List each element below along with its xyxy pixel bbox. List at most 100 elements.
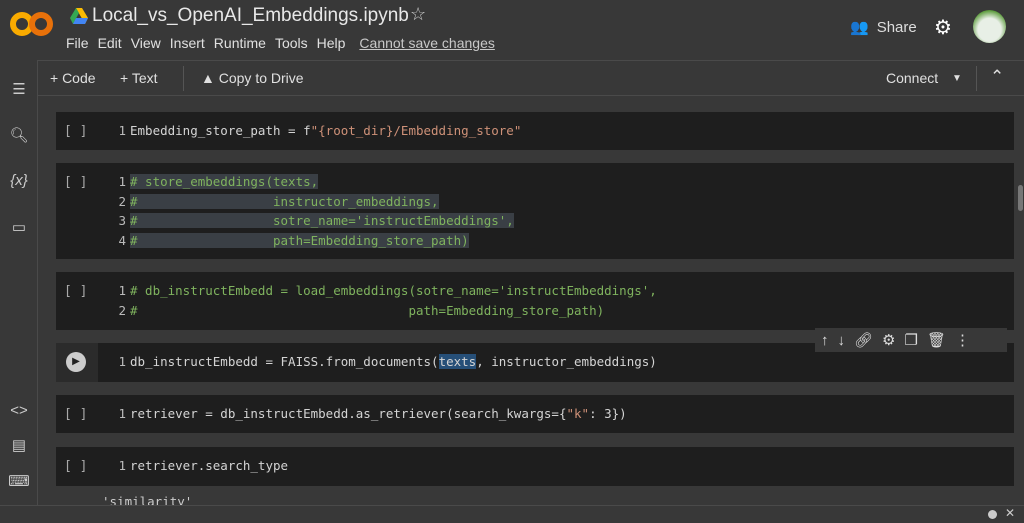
drive-icon: ▲ xyxy=(201,70,219,86)
code-token: # store_embeddings(texts, xyxy=(130,174,319,189)
code-line: 4 # path=Embedding_store_path) xyxy=(112,231,514,251)
code-token: Embedding_store_path = f xyxy=(130,123,311,138)
cannot-save-link[interactable]: Cannot save changes xyxy=(359,35,494,51)
code-token: # sotre_name='instructEmbeddings', xyxy=(130,213,514,228)
collapse-chevron-up-icon[interactable]: ⌃ xyxy=(990,67,1004,87)
line-number: 1 xyxy=(118,406,126,421)
move-down-arrow-icon[interactable]: ↓ xyxy=(838,332,846,349)
run-bracket[interactable]: [ ] xyxy=(64,124,87,139)
code-editor[interactable]: 1 # store_embeddings(texts, 2 # instructor_… xyxy=(112,172,514,250)
move-up-arrow-icon[interactable]: ↑ xyxy=(821,332,829,349)
code-token: "{root_dir}/Embedding_store" xyxy=(310,123,522,138)
terminal-icon[interactable]: ⌨ xyxy=(7,472,31,490)
command-palette-icon[interactable]: ▤ xyxy=(7,436,31,454)
line-number: 4 xyxy=(118,232,126,248)
cell-toolbar: ↑ ↓ 🔗︎ ⚙ ❐ 🗑︎ ⋮ xyxy=(815,328,1007,352)
link-icon[interactable]: 🔗︎ xyxy=(854,331,873,349)
menu-help[interactable]: Help xyxy=(317,35,346,51)
status-bar: ✕ xyxy=(0,505,1024,523)
run-cell-button[interactable]: ▶ xyxy=(56,343,98,382)
drive-icon xyxy=(70,8,88,24)
share-button[interactable]: 👥 Share xyxy=(850,18,917,37)
code-editor[interactable]: 1 db_instructEmbedd = FAISS.from_document… xyxy=(112,352,657,372)
code-token: , instructor_embeddings) xyxy=(476,354,657,369)
code-line: 3 # sotre_name='instructEmbeddings', xyxy=(112,211,514,231)
left-sidebar: ☰ 🔍︎ {x} ▭ <> ▤ ⌨ xyxy=(0,60,38,505)
code-token: : 3}) xyxy=(589,406,627,421)
code-line: 2 # path=Embedding_store_path) xyxy=(112,301,657,321)
code-token: # db_instructEmbedd = load_embeddings(so… xyxy=(130,283,657,298)
line-number: 1 xyxy=(118,123,126,138)
more-vert-icon[interactable]: ⋮ xyxy=(955,331,970,349)
notebook-toolbar: + Code + Text ▲ Copy to Drive Connect ▼ … xyxy=(38,60,1024,96)
menu-insert[interactable]: Insert xyxy=(170,35,205,51)
code-line: 1 retriever = db_instructEmbedd.as_retrie… xyxy=(112,404,627,424)
code-line: 2 # instructor_embeddings, xyxy=(112,192,514,212)
gear-icon[interactable]: ⚙ xyxy=(882,331,895,349)
code-token: # path=Embedding_store_path) xyxy=(130,302,605,318)
line-number: 2 xyxy=(118,302,126,318)
avatar[interactable] xyxy=(973,10,1006,43)
menu-bar: File Edit View Insert Runtime Tools Help… xyxy=(66,35,504,51)
menu-edit[interactable]: Edit xyxy=(98,35,122,51)
line-number: 1 xyxy=(118,458,126,473)
people-icon: 👥 xyxy=(850,19,869,36)
line-number: 2 xyxy=(118,193,126,209)
run-bracket[interactable]: [ ] xyxy=(64,284,87,299)
code-token: retriever.search_type xyxy=(130,458,289,473)
status-dot-icon xyxy=(988,510,997,519)
code-cell[interactable]: [ ] 1 # store_embeddings(texts, 2 # instruct… xyxy=(56,163,1014,259)
code-line: 1 # store_embeddings(texts, xyxy=(112,172,514,192)
code-token: # instructor_embeddings, xyxy=(130,193,439,209)
code-token: "k" xyxy=(566,406,590,421)
line-number: 3 xyxy=(118,213,126,228)
code-token: db_instructEmbedd = FAISS.from_documents… xyxy=(130,354,439,369)
code-editor[interactable]: 1 retriever.search_type xyxy=(112,456,288,476)
variables-icon[interactable]: {x} xyxy=(7,172,31,189)
code-cell[interactable]: [ ] 1 retriever = db_instructEmbedd.as_ret… xyxy=(56,395,1014,433)
run-bracket[interactable]: [ ] xyxy=(64,407,87,422)
mirror-cell-icon[interactable]: ❐ xyxy=(905,331,918,349)
code-snippets-icon[interactable]: <> xyxy=(7,402,31,419)
code-token: retriever = db_instructEmbedd.as_retriev… xyxy=(130,406,567,421)
close-icon[interactable]: ✕ xyxy=(1005,506,1015,520)
add-code-button[interactable]: + Code xyxy=(50,70,96,86)
settings-gear-icon[interactable]: ⚙ xyxy=(934,15,952,40)
code-cell[interactable]: [ ] 1 retriever.search_type xyxy=(56,447,1014,486)
header: Local_vs_OpenAI_Embeddings.ipynb ☆ File … xyxy=(0,0,1024,60)
share-label: Share xyxy=(876,18,917,36)
code-line: 1 retriever.search_type xyxy=(112,456,288,476)
menu-runtime[interactable]: Runtime xyxy=(214,35,266,51)
copy-to-drive-button[interactable]: ▲ Copy to Drive xyxy=(201,70,304,86)
code-line: 1 Embedding_store_path = f"{root_dir}/Emb… xyxy=(112,121,521,141)
folder-icon[interactable]: ▭ xyxy=(7,218,31,236)
line-number: 1 xyxy=(118,174,126,189)
code-cell[interactable]: [ ] 1 Embedding_store_path = f"{root_dir}/… xyxy=(56,112,1014,150)
line-number: 1 xyxy=(118,283,126,298)
trash-icon[interactable]: 🗑︎ xyxy=(927,331,946,349)
add-text-button[interactable]: + Text xyxy=(120,70,158,86)
colab-logo[interactable] xyxy=(10,10,54,38)
scrollbar[interactable] xyxy=(1018,185,1023,211)
code-editor[interactable]: 1 retriever = db_instructEmbedd.as_retrie… xyxy=(112,404,627,424)
code-line: 1 # db_instructEmbedd = load_embeddings(s… xyxy=(112,281,657,301)
menu-view[interactable]: View xyxy=(131,35,161,51)
menu-tools[interactable]: Tools xyxy=(275,35,308,51)
notebook-title[interactable]: Local_vs_OpenAI_Embeddings.ipynb xyxy=(92,5,409,27)
run-bracket[interactable]: [ ] xyxy=(64,459,87,474)
connect-dropdown-icon[interactable]: ▼ xyxy=(952,73,962,84)
run-bracket[interactable]: [ ] xyxy=(64,175,87,190)
code-cell[interactable]: [ ] 1 # db_instructEmbedd = load_embedding… xyxy=(56,272,1014,330)
search-icon[interactable]: 🔍︎ xyxy=(7,126,31,144)
play-icon: ▶ xyxy=(66,352,86,372)
code-editor[interactable]: 1 # db_instructEmbedd = load_embeddings(s… xyxy=(112,281,657,321)
toc-icon[interactable]: ☰ xyxy=(7,80,31,98)
code-token: texts xyxy=(438,354,477,369)
connect-button[interactable]: Connect xyxy=(886,70,938,86)
star-icon[interactable]: ☆ xyxy=(410,4,426,25)
divider xyxy=(183,66,184,91)
menu-file[interactable]: File xyxy=(66,35,89,51)
divider xyxy=(976,66,977,91)
line-number: 1 xyxy=(118,354,126,369)
code-editor[interactable]: 1 Embedding_store_path = f"{root_dir}/Emb… xyxy=(112,121,521,141)
